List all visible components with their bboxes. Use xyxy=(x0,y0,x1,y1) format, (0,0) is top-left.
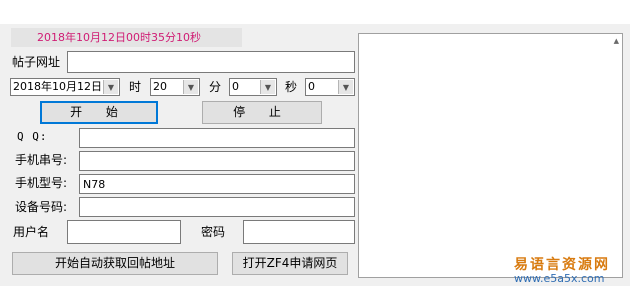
qq-input[interactable] xyxy=(79,128,355,148)
log-memo[interactable]: ▲ xyxy=(358,33,623,278)
chevron-down-icon[interactable]: ▼ xyxy=(260,80,275,94)
auto-fetch-reply-url-button[interactable]: 开始自动获取回帖地址 xyxy=(12,252,218,275)
minute-value: 0 xyxy=(232,80,239,93)
stop-button-label: 停 止 xyxy=(233,105,291,119)
start-button-label: 开 始 xyxy=(70,105,128,119)
start-button[interactable]: 开 始 xyxy=(40,101,158,124)
device-id-input[interactable] xyxy=(79,197,355,217)
stop-button[interactable]: 停 止 xyxy=(202,101,322,124)
password-label: 密码 xyxy=(201,225,226,239)
phone-serial-label: 手机串号: xyxy=(15,153,68,167)
date-picker[interactable]: 2018年10月12日 ▼ xyxy=(10,78,120,96)
post-url-label: 帖子网址 xyxy=(12,55,61,69)
second-label: 秒 xyxy=(285,80,298,94)
open-zf4-page-button[interactable]: 打开ZF4申请网页 xyxy=(232,252,348,275)
password-input[interactable] xyxy=(243,220,355,244)
phone-model-input[interactable]: N78 xyxy=(79,174,355,194)
chevron-down-icon[interactable]: ▼ xyxy=(338,80,353,94)
hour-value: 20 xyxy=(153,80,167,93)
username-label: 用户名 xyxy=(13,225,50,239)
chevron-down-icon[interactable]: ▼ xyxy=(103,80,118,94)
device-id-label: 设备号码: xyxy=(15,200,68,214)
hour-label: 时 xyxy=(129,80,142,94)
chevron-down-icon[interactable]: ▼ xyxy=(183,80,198,94)
post-url-input[interactable] xyxy=(67,51,355,73)
username-input[interactable] xyxy=(67,220,181,244)
phone-serial-input[interactable] xyxy=(79,151,355,171)
qq-label: Q Q: xyxy=(17,130,48,143)
minute-label: 分 xyxy=(209,80,222,94)
second-value: 0 xyxy=(308,80,315,93)
scroll-up-icon[interactable]: ▲ xyxy=(614,37,619,45)
date-value: 2018年10月12日 xyxy=(13,80,102,93)
timestamp-text: 2018年10月12日00时35分10秒 xyxy=(37,31,201,44)
timestamp-display: 2018年10月12日00时35分10秒 xyxy=(11,28,242,47)
hour-select[interactable]: 20 ▼ xyxy=(150,78,200,96)
second-select[interactable]: 0 ▼ xyxy=(305,78,355,96)
watermark-url: www.e5a5x.com xyxy=(514,272,605,285)
minute-select[interactable]: 0 ▼ xyxy=(229,78,277,96)
watermark-site-name: 易语言资源网 xyxy=(514,257,610,273)
phone-model-label: 手机型号: xyxy=(15,176,68,190)
